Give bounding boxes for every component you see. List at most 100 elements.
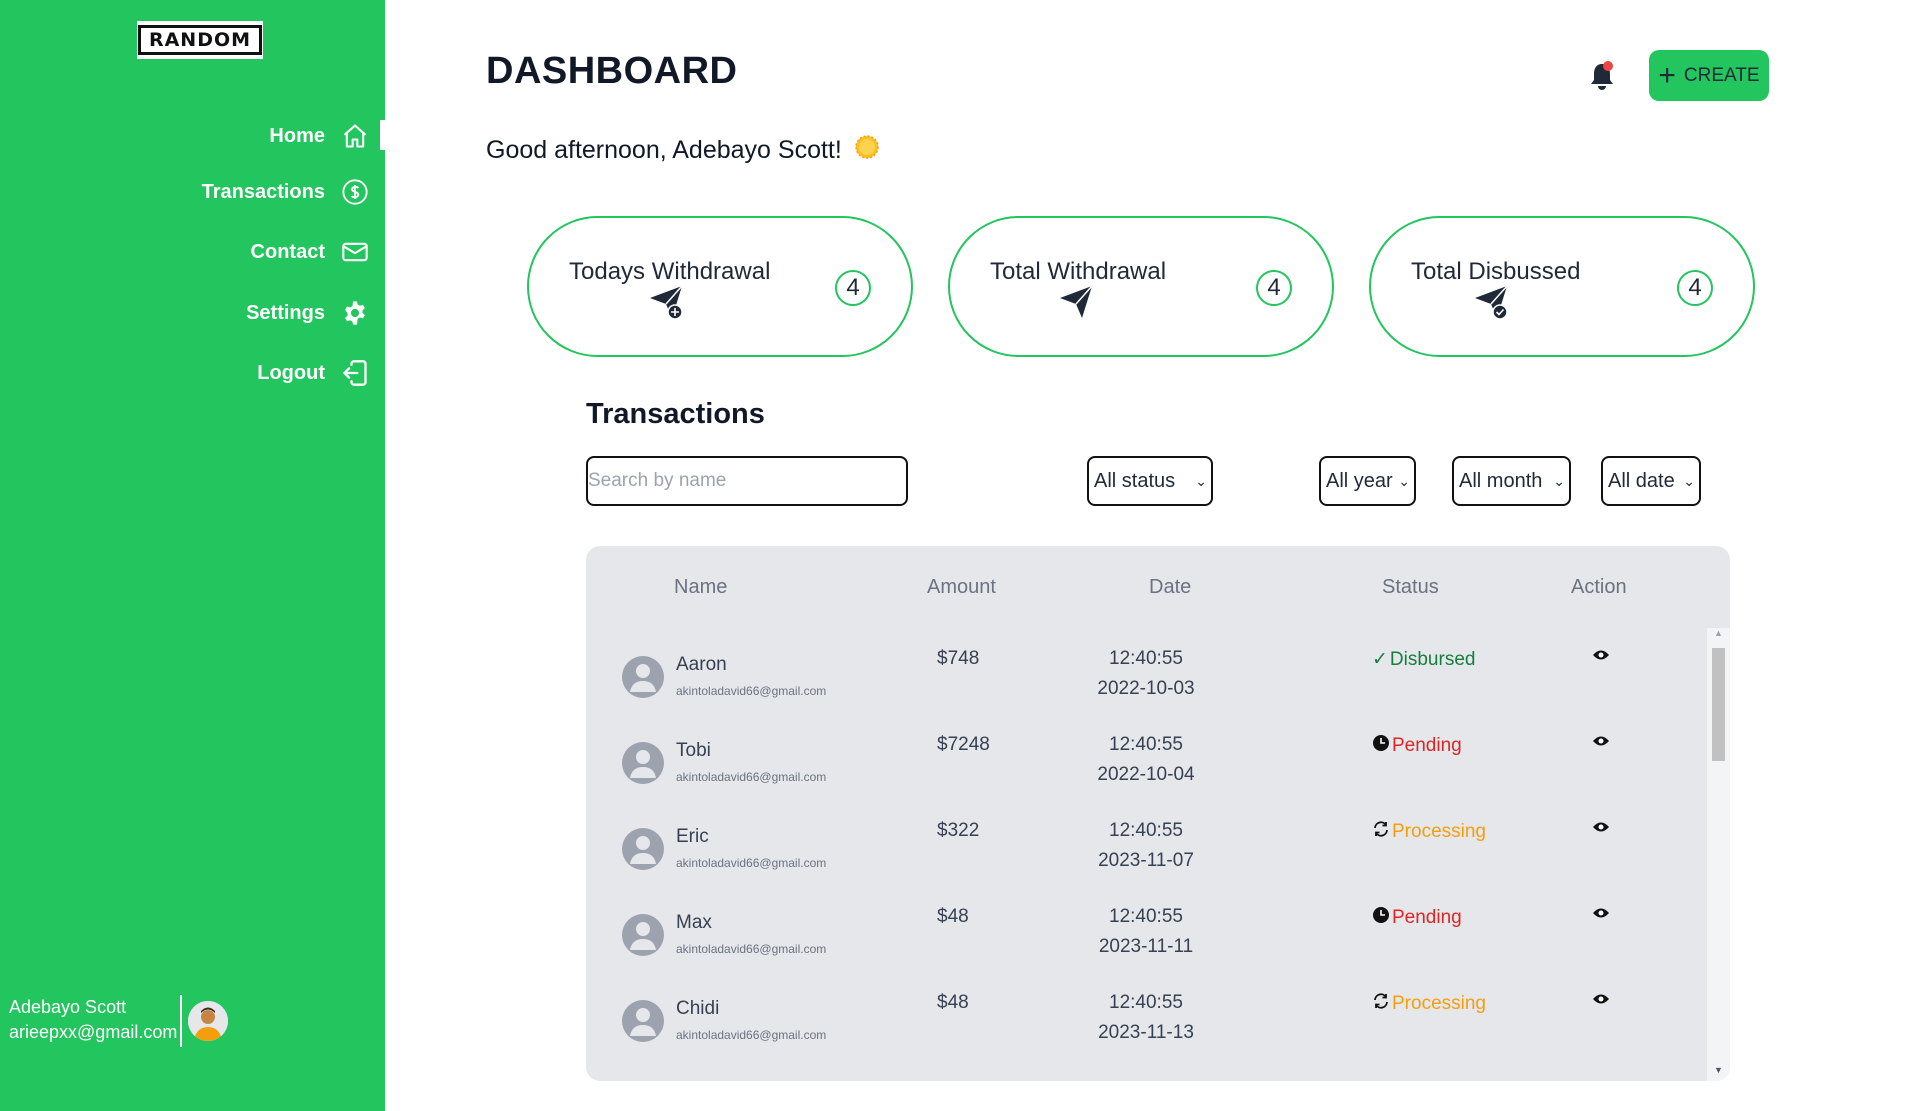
date-filter-select[interactable]: All date ⌄ — [1601, 456, 1701, 506]
avatar-placeholder — [622, 1000, 664, 1042]
table-row: Max akintoladavid66@gmail.com $48 12:40:… — [586, 904, 1706, 990]
current-user-info: Adebayo Scott arieepxx@gmail.com — [9, 995, 177, 1045]
view-button[interactable] — [1592, 906, 1610, 925]
card-title: Total Withdrawal — [990, 258, 1167, 285]
stat-card-total-disbussed[interactable]: Total Disbussed 4 — [1369, 216, 1755, 357]
stat-card-total-withdrawal[interactable]: Total Withdrawal 4 — [948, 216, 1334, 357]
row-date: 2022-10-03 — [1097, 678, 1195, 699]
greeting: Good afternoon, Adebayo Scott! — [486, 134, 880, 167]
table-scrollbar[interactable]: ▲ ▼ — [1707, 628, 1730, 1081]
row-email: akintoladavid66@gmail.com — [676, 1028, 827, 1042]
notification-bell[interactable] — [1588, 60, 1616, 92]
sidebar-item-label: Home — [269, 124, 325, 147]
page-title: DASHBOARD — [486, 50, 738, 92]
view-button[interactable] — [1592, 734, 1610, 753]
search-input[interactable] — [586, 456, 908, 506]
column-header-date: Date — [1149, 576, 1192, 598]
column-header-action: Action — [1571, 576, 1627, 598]
clock-icon — [1372, 906, 1390, 930]
column-header-amount: Amount — [927, 576, 996, 598]
eye-icon — [1593, 736, 1609, 746]
sidebar-item-transactions[interactable]: Transactions — [202, 175, 369, 209]
chevron-down-icon: ⌄ — [1398, 472, 1410, 489]
month-filter-select[interactable]: All month ⌄ — [1452, 456, 1571, 506]
check-icon: ✓ — [1372, 649, 1388, 670]
user-avatar[interactable] — [188, 1001, 228, 1041]
home-icon — [341, 122, 369, 150]
stat-card-todays-withdrawal[interactable]: Todays Withdrawal 4 — [527, 216, 913, 357]
row-time: 12:40:55 — [1109, 648, 1183, 669]
row-date: 2023-11-13 — [1098, 1022, 1194, 1043]
dollar-circle-icon — [341, 178, 369, 206]
scroll-down-arrow-icon[interactable]: ▼ — [1707, 1065, 1730, 1079]
row-date: 2022-10-04 — [1097, 764, 1195, 785]
table-row: Chidi akintoladavid66@gmail.com $48 12:4… — [586, 990, 1706, 1076]
transactions-title: Transactions — [586, 398, 765, 430]
year-filter-select[interactable]: All year ⌄ — [1319, 456, 1416, 506]
sidebar-item-label: Transactions — [201, 180, 325, 203]
table-row: Tobi akintoladavid66@gmail.com $7248 12:… — [586, 732, 1706, 818]
row-email: akintoladavid66@gmail.com — [676, 684, 827, 698]
chevron-down-icon: ⌄ — [1553, 472, 1565, 489]
create-label: CREATE — [1683, 64, 1760, 86]
scroll-up-arrow-icon[interactable]: ▲ — [1707, 628, 1730, 642]
eye-icon — [1593, 650, 1609, 660]
row-name: Chidi — [676, 998, 720, 1019]
plus-icon: + — [1658, 58, 1676, 92]
card-count: 4 — [1677, 270, 1713, 306]
chevron-down-icon: ⌄ — [1683, 472, 1695, 489]
logo-text: RANDOM — [137, 25, 263, 55]
column-header-name: Name — [674, 576, 728, 598]
row-email: akintoladavid66@gmail.com — [676, 856, 827, 870]
avatar-placeholder — [622, 828, 664, 870]
eye-icon — [1593, 822, 1609, 832]
status-filter-select[interactable]: All status ⌄ — [1087, 456, 1213, 506]
row-amount: $748 — [937, 648, 980, 669]
sidebar-item-label: Settings — [246, 301, 325, 324]
row-time: 12:40:55 — [1109, 734, 1183, 755]
logout-icon — [341, 359, 369, 387]
status-badge: ✓ Disbursed — [1372, 648, 1475, 671]
sidebar-item-logout[interactable]: Logout — [257, 356, 369, 390]
scroll-thumb[interactable] — [1712, 648, 1725, 761]
row-amount: $48 — [937, 992, 969, 1013]
sidebar-item-settings[interactable]: Settings — [246, 296, 369, 330]
row-status: Processing — [1392, 821, 1486, 842]
row-amount: $7248 — [937, 734, 990, 755]
view-button[interactable] — [1592, 992, 1610, 1011]
create-button[interactable]: + CREATE — [1649, 50, 1769, 101]
row-name: Aaron — [676, 654, 727, 675]
row-date: 2023-11-11 — [1098, 936, 1194, 957]
user-name: Adebayo Scott — [9, 997, 127, 1017]
year-filter-value: All year — [1326, 469, 1393, 492]
view-button[interactable] — [1592, 648, 1610, 667]
row-time: 12:40:55 — [1109, 820, 1183, 841]
brand-logo[interactable]: RANDOM — [137, 21, 263, 59]
date-filter-value: All date — [1608, 469, 1675, 492]
row-email: akintoladavid66@gmail.com — [676, 770, 827, 784]
sidebar-item-home[interactable]: Home — [269, 119, 369, 153]
status-badge: Pending — [1372, 734, 1462, 758]
column-header-status: Status — [1382, 576, 1439, 598]
row-status: Disbursed — [1389, 648, 1476, 670]
send-icon — [1058, 284, 1096, 327]
status-badge: Processing — [1372, 992, 1486, 1016]
month-filter-value: All month — [1459, 469, 1543, 492]
sidebar-item-contact[interactable]: Contact — [251, 235, 369, 269]
divider — [180, 995, 182, 1047]
row-name: Max — [676, 912, 712, 933]
row-amount: $322 — [937, 820, 980, 841]
card-title: Todays Withdrawal — [569, 258, 771, 285]
row-name: Tobi — [676, 740, 711, 761]
gear-icon — [341, 299, 369, 327]
sidebar: RANDOM Home Transactions Contact Setting… — [0, 0, 385, 1111]
view-button[interactable] — [1592, 820, 1610, 839]
clock-icon — [1372, 734, 1390, 758]
row-time: 12:40:55 — [1109, 992, 1183, 1013]
refresh-icon — [1372, 992, 1390, 1016]
row-status: Pending — [1392, 907, 1462, 928]
sun-icon — [854, 134, 880, 167]
row-status: Processing — [1392, 993, 1486, 1014]
row-name: Eric — [676, 826, 709, 847]
row-email: akintoladavid66@gmail.com — [676, 942, 827, 956]
